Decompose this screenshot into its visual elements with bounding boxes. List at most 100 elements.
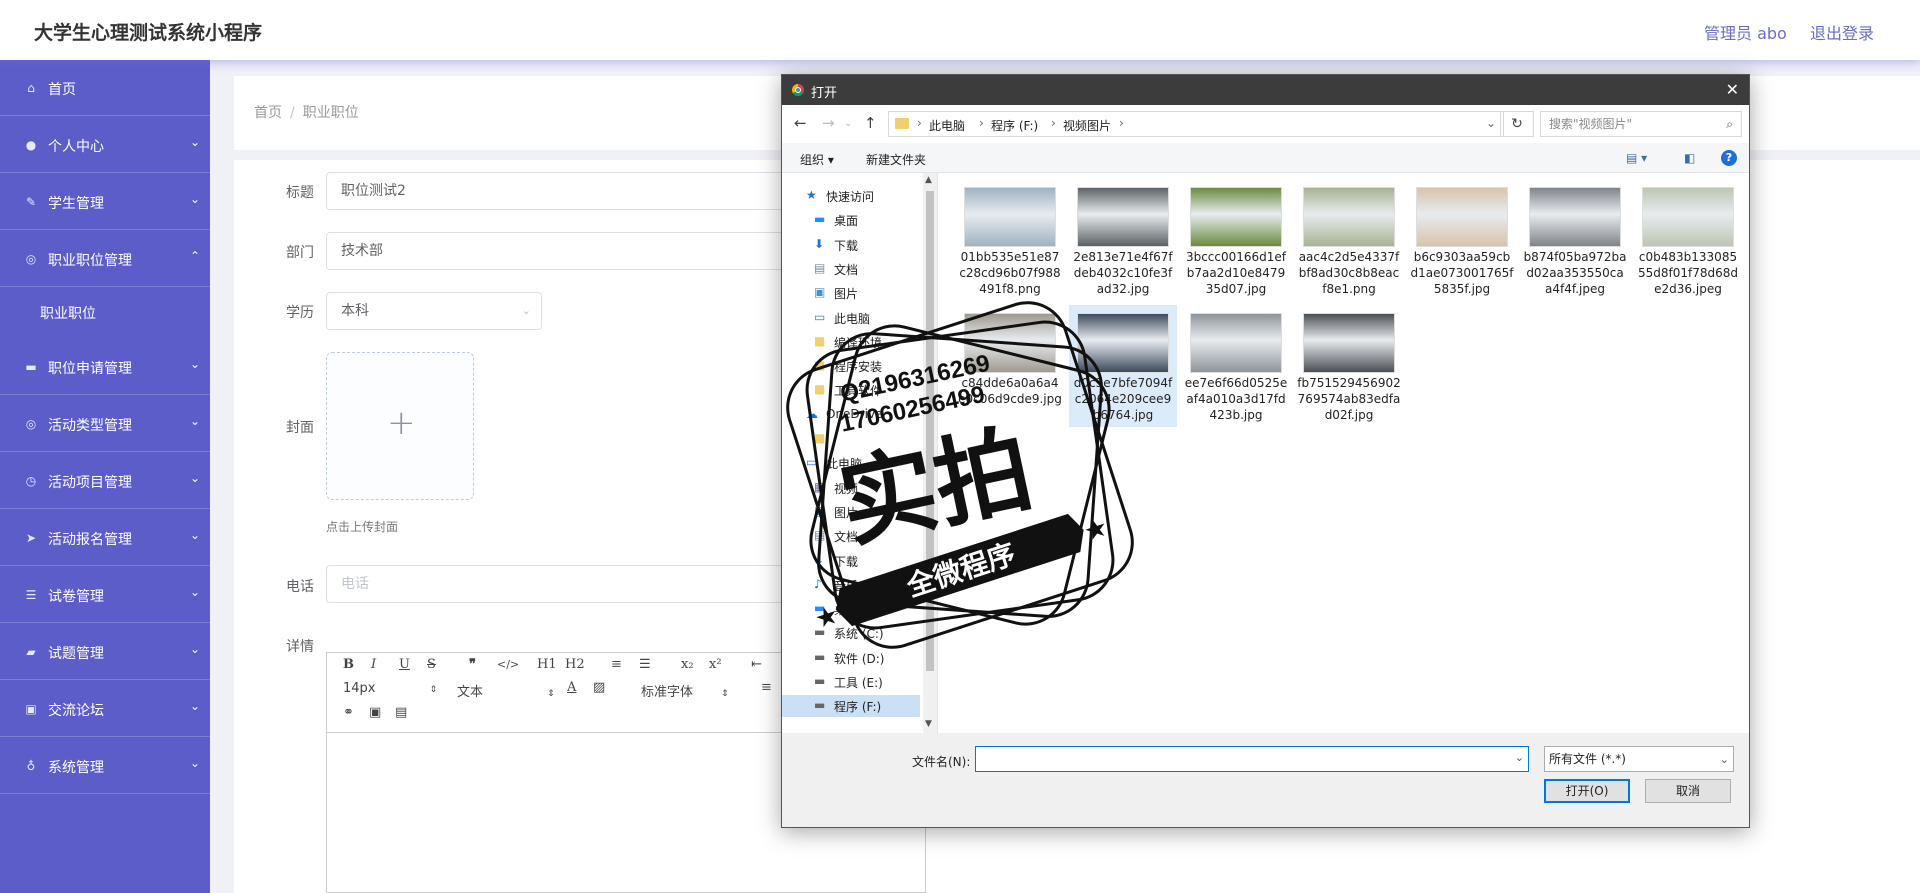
scrollbar-thumb[interactable] <box>926 191 934 671</box>
video-icon[interactable]: ▤ <box>395 705 407 720</box>
quote-button[interactable]: ❞ <box>469 657 476 672</box>
font-size-select[interactable]: 14px ⇕ <box>343 681 437 696</box>
nav-tree-item[interactable]: ▬ 桌面 <box>782 598 920 620</box>
background-color-icon[interactable]: ▨ <box>593 680 605 695</box>
file-item[interactable]: aac4c2d5e4337fbf8ad30c8b8eacf8e1.png <box>1295 179 1403 301</box>
sidebar-item-questions[interactable]: ▰ 试题管理 ⌄ <box>0 624 210 680</box>
nav-tree-item[interactable]: ■ <box>782 428 920 450</box>
file-item[interactable]: d0c3e7bfe7094fc2064e209cee9b6764.jpg <box>1069 305 1177 427</box>
ordered-list-button[interactable]: ≡ <box>611 657 622 672</box>
nav-tree-item[interactable]: ▤ 文档 <box>782 258 920 280</box>
link-icon[interactable]: ⚭ <box>343 705 354 720</box>
nav-tree-item[interactable]: ★ 快速访问 <box>782 185 920 207</box>
nav-tree-item[interactable]: ■ 程序安装 <box>782 355 920 377</box>
file-item[interactable]: b874f05ba972bad02aa353550caa4f4f.jpeg <box>1521 179 1629 301</box>
view-icon[interactable]: ▤ ▾ <box>1626 151 1647 165</box>
block-type-select[interactable]: 文本 ⇕ <box>457 681 555 700</box>
font-color-icon[interactable]: A <box>567 680 576 695</box>
bullet-list-button[interactable]: ☰ <box>639 657 651 672</box>
nav-tree-item[interactable]: ♪ 音乐 <box>782 574 920 596</box>
strike-button[interactable]: S <box>427 657 436 672</box>
sidebar-item-home[interactable]: ⌂ 首页 <box>0 60 210 116</box>
recent-dropdown-icon[interactable]: ⌄ <box>844 118 852 129</box>
path-segment[interactable]: 此电脑 <box>929 117 965 134</box>
chevron-down-icon[interactable]: ⌄ <box>1486 116 1496 130</box>
file-item[interactable]: 3bccc00166d1efb7aa2d10e847935d07.jpg <box>1182 179 1290 301</box>
close-icon[interactable]: ✕ <box>1726 80 1739 99</box>
nav-tree-item[interactable]: ▣ 图片 <box>782 282 920 304</box>
align-icon[interactable]: ≡ <box>761 680 772 695</box>
nav-tree-item[interactable]: ▦ 视频 <box>782 477 920 499</box>
nav-tree-item[interactable]: ▭ 此电脑 <box>782 452 920 474</box>
sidebar-item-activity-projects[interactable]: ◷ 活动项目管理 ⌄ <box>0 453 210 509</box>
nav-tree-item[interactable]: ▣ 图片 <box>782 501 920 523</box>
italic-button[interactable]: I <box>371 657 376 672</box>
nav-tree-item[interactable]: ☁ OneDrive <box>782 404 920 426</box>
forward-arrow-icon[interactable]: → <box>822 114 835 132</box>
sidebar-item-system[interactable]: ♁ 系统管理 ⌄ <box>0 738 210 794</box>
open-button[interactable]: 打开(O) <box>1544 779 1630 803</box>
nav-tree-item[interactable]: ▬ 程序 (F:) <box>782 695 920 718</box>
nav-tree-item[interactable]: ⬇ 下载 <box>782 550 920 572</box>
preview-pane-icon[interactable]: ◧ <box>1684 151 1695 165</box>
bold-button[interactable]: B <box>343 657 354 672</box>
sidebar-item-activity-types[interactable]: ◎ 活动类型管理 ⌄ <box>0 396 210 452</box>
file-item[interactable]: c84dde6a0a6a4e0c06d9cde9.jpg <box>956 305 1064 427</box>
font-family-select[interactable]: 标准字体 ⇕ <box>641 681 729 700</box>
filename-input[interactable]: ⌄ <box>975 746 1529 772</box>
education-select[interactable]: 本科 ⌄ <box>326 292 542 330</box>
h1-button[interactable]: H1 <box>537 657 557 672</box>
h2-button[interactable]: H2 <box>565 657 585 672</box>
chevron-down-icon[interactable]: ⌄ <box>1515 751 1524 764</box>
new-folder-button[interactable]: 新建文件夹 <box>866 151 926 168</box>
sidebar-item-label: 职业职位管理 <box>48 253 132 269</box>
nav-tree-item[interactable]: ⬇ 下载 <box>782 234 920 256</box>
sidebar-subitem-job-position[interactable]: 职业职位 <box>0 288 210 338</box>
file-item[interactable]: 01bb535e51e87c28cd96b07f988491f8.png <box>956 179 1064 301</box>
scrollbar[interactable]: ▲ ▼ <box>923 173 937 733</box>
refresh-button[interactable]: ↻ <box>1500 111 1534 137</box>
sidebar-item-job-positions[interactable]: ◎ 职业职位管理 ⌃ <box>0 231 210 287</box>
nav-tree-item[interactable]: ▤ 文档 <box>782 525 920 547</box>
superscript-button[interactable]: x² <box>709 657 722 672</box>
path-segment[interactable]: 视频图片 <box>1063 117 1111 134</box>
breadcrumb-home[interactable]: 首页 <box>254 105 282 121</box>
sidebar-item-personal-center[interactable]: ● 个人中心 ⌄ <box>0 117 210 173</box>
help-icon[interactable]: ? <box>1721 150 1737 166</box>
sidebar-item-papers[interactable]: ☰ 试卷管理 ⌄ <box>0 567 210 623</box>
file-item[interactable]: b6c9303aa59cbd1ae073001765f5835f.jpg <box>1408 179 1516 301</box>
nav-tree-item[interactable]: ▬ 软件 (D:) <box>782 647 920 669</box>
nav-tree-item[interactable]: ▬ 工具 (E:) <box>782 671 920 693</box>
image-icon[interactable]: ▣ <box>369 705 381 720</box>
code-button[interactable]: </> <box>497 658 519 671</box>
sidebar-item-job-applications[interactable]: ▬ 职位申请管理 ⌄ <box>0 339 210 395</box>
sidebar-item-forum[interactable]: ▣ 交流论坛 ⌄ <box>0 681 210 737</box>
filetype-select[interactable]: 所有文件 (*.*) ⌄ <box>1544 746 1734 772</box>
up-arrow-icon[interactable]: ↑ <box>864 114 877 132</box>
scroll-down-icon[interactable]: ▼ <box>925 719 932 729</box>
scroll-up-icon[interactable]: ▲ <box>925 175 932 185</box>
organize-button[interactable]: 组织 ▾ <box>800 151 834 168</box>
back-arrow-icon[interactable]: ← <box>794 114 807 132</box>
file-item[interactable]: c0b483b13308555d8f01f78d68de2d36.jpeg <box>1634 179 1742 301</box>
breadcrumb-current[interactable]: 职业职位 <box>303 105 359 121</box>
file-item[interactable]: fb751529456902769574ab83edfad02f.jpg <box>1295 305 1403 427</box>
nav-tree-item[interactable]: ■ 工具软件 <box>782 379 920 401</box>
path-segment[interactable]: 程序 (F:) <box>991 117 1038 134</box>
cancel-button[interactable]: 取消 <box>1645 779 1731 803</box>
sidebar-item-activity-signups[interactable]: ➤ 活动报名管理 ⌄ <box>0 510 210 566</box>
file-item[interactable]: 2e813e71e4f67fdeb4032c10fe3fad32.jpg <box>1069 179 1177 301</box>
cover-upload[interactable]: + <box>326 352 474 500</box>
nav-tree-item[interactable]: ▬ 系统 (C:) <box>782 622 920 644</box>
nav-tree-item[interactable]: ▭ 此电脑 <box>782 307 920 329</box>
search-input[interactable]: 搜索"视频图片" ⌕ <box>1540 111 1742 137</box>
subscript-button[interactable]: x₂ <box>681 657 694 672</box>
nav-tree-item[interactable]: ▬ 桌面 <box>782 209 920 231</box>
file-item[interactable]: ee7e6f66d0525eaf4a010a3d17fd423b.jpg <box>1182 305 1290 427</box>
logout-link[interactable]: 退出登录 <box>1810 20 1874 44</box>
sidebar-item-students[interactable]: ✎ 学生管理 ⌄ <box>0 174 210 230</box>
outdent-button[interactable]: ⇤ <box>751 657 762 672</box>
address-bar[interactable]: › 此电脑 › 程序 (F:) › 视频图片 › ⌄ <box>888 111 1504 137</box>
underline-button[interactable]: U <box>399 657 410 672</box>
nav-tree-item[interactable]: ■ 编译环境 <box>782 331 920 353</box>
